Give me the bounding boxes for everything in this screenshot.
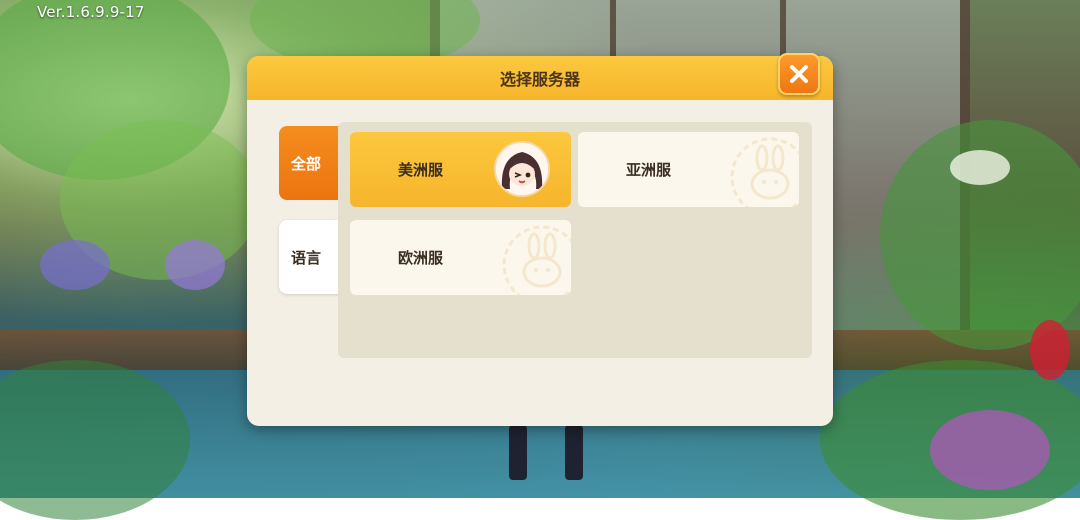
close-icon	[790, 65, 808, 83]
tab-all-label: 全部	[291, 154, 322, 173]
selected-avatar	[494, 141, 550, 197]
background-flowers	[930, 410, 1050, 490]
background-flowers	[1030, 320, 1070, 380]
server-item-label: 欧洲服	[398, 249, 444, 267]
background-flowers	[40, 240, 110, 290]
server-select-dialog: 选择服务器 全部 语言 美洲服 亚洲服 欧洲服	[247, 53, 833, 426]
server-list: 美洲服 亚洲服 欧洲服	[338, 122, 812, 358]
bunny-watermark-icon	[502, 225, 571, 295]
close-button[interactable]	[778, 53, 820, 95]
server-item-asia[interactable]: 亚洲服	[578, 132, 799, 207]
version-label: Ver.1.6.9.9-17	[37, 3, 145, 21]
background-flowers	[165, 240, 225, 290]
tab-language-label: 语言	[291, 248, 322, 267]
server-item-label: 亚洲服	[626, 161, 672, 179]
dialog-header: 选择服务器	[247, 56, 833, 100]
background-flowers	[950, 150, 1010, 185]
bunny-watermark-icon	[730, 137, 799, 207]
server-item-europe[interactable]: 欧洲服	[350, 220, 571, 295]
background-character-legs	[505, 425, 595, 480]
dialog-title: 选择服务器	[499, 70, 580, 89]
server-item-label: 美洲服	[398, 161, 444, 179]
server-item-americas[interactable]: 美洲服	[350, 132, 571, 207]
